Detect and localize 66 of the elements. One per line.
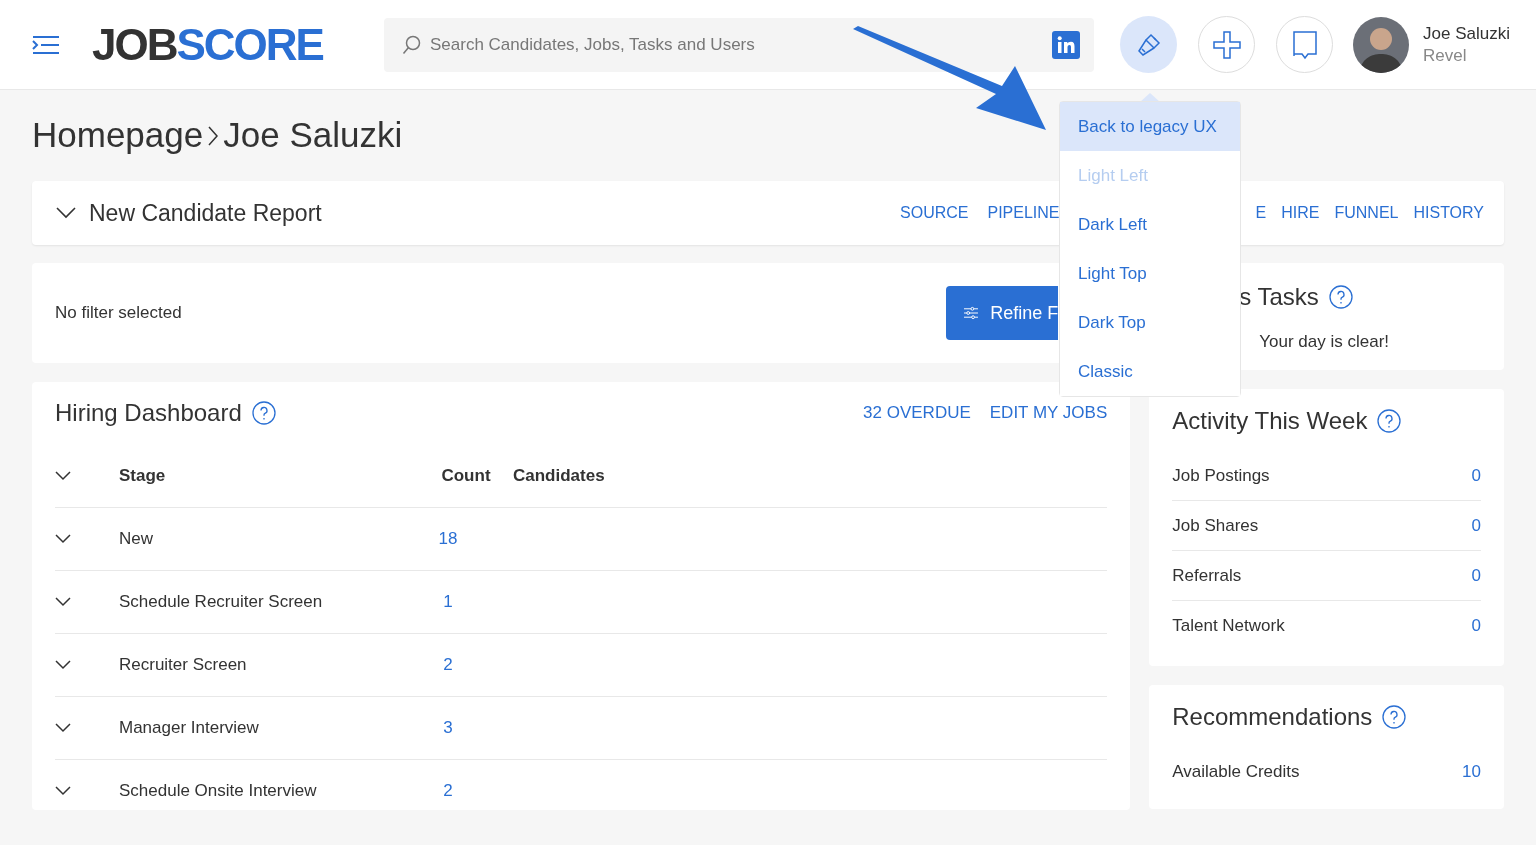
stat-value[interactable]: 0 [1471,562,1481,589]
card-title: s Tasks [1239,282,1319,312]
page-title: Joe Saluzki [223,114,403,157]
breadcrumb-link[interactable]: Homepage [32,109,204,162]
count-link[interactable]: 2 [443,655,453,675]
brush-button[interactable] [1120,16,1177,73]
stat-label: Job Postings [1172,464,1270,487]
count-link[interactable]: 2 [443,781,453,801]
help-icon[interactable] [251,401,276,425]
chevron-down-icon[interactable] [55,597,71,607]
count-link[interactable]: 1 [443,592,453,612]
stat-value[interactable]: 0 [1471,462,1481,489]
chevron-down-icon[interactable] [55,470,71,481]
report-tab[interactable]: SOURCE [900,201,969,225]
chevron-down-icon[interactable] [55,534,71,544]
chevron-down-icon[interactable] [55,786,71,796]
count-link[interactable]: 3 [443,718,453,738]
report-title: New Candidate Report [89,198,323,228]
logo[interactable]: JOBSCORE [92,22,384,67]
report-tab[interactable]: PIPELINE [987,201,1060,225]
help-icon[interactable] [1377,409,1402,433]
help-icon[interactable] [1328,285,1353,309]
inbox-button[interactable] [1276,16,1333,73]
chevron-right-icon [207,125,220,146]
filter-status: No filter selected [55,302,183,325]
stage-name: Manager Interview [119,718,259,738]
column-header: Count [441,465,491,485]
search-icon [402,34,422,55]
linkedin-icon[interactable] [1052,30,1080,59]
chevron-down-icon[interactable] [56,207,76,219]
dashboard-link[interactable]: EDIT MY JOBS [989,400,1108,426]
stat-value[interactable]: 0 [1471,512,1481,539]
company-name: Revel [1423,44,1468,67]
stage-name: New [119,529,153,549]
chevron-down-icon[interactable] [55,723,71,733]
card-title: Activity This Week [1172,406,1368,436]
report-tab[interactable]: HISTORY [1413,201,1484,225]
dashboard-link[interactable]: 32 OVERDUE [863,400,971,426]
stage-name: Recruiter Screen [119,655,247,675]
help-icon[interactable] [1382,705,1407,729]
stat-value[interactable]: 0 [1471,613,1481,639]
report-tab[interactable]: FUNNEL [1334,201,1399,225]
stat-label: Talent Network [1172,615,1285,638]
menu-item[interactable]: Back to legacy UX [1060,102,1240,151]
search-field[interactable]: Search Candidates, Jobs, Tasks and Users [384,17,1094,72]
count-link[interactable]: 18 [438,529,458,549]
column-header: Stage [119,465,166,485]
stat-label: Referrals [1172,564,1242,587]
stat-label: Available Credits [1172,761,1300,784]
stat-value[interactable]: 10 [1462,759,1481,785]
report-tab[interactable]: HIRE [1281,201,1320,225]
refine-button[interactable]: Refine F [946,286,1059,340]
plus-icon [1211,29,1242,60]
sliders-icon [964,305,979,321]
column-header: Candidates [513,465,605,485]
user-name: Joe Saluzki [1423,22,1510,45]
card-title: Hiring Dashboard [55,398,242,428]
stage-name: Schedule Recruiter Screen [119,592,323,612]
stage-name: Schedule Onsite Interview [119,781,317,801]
menu-icon[interactable] [32,34,60,55]
card-title: Recommendations [1172,702,1373,732]
add-button[interactable] [1198,16,1255,73]
stat-label: Job Shares [1172,514,1259,537]
empty-message: Your day is clear! [1259,331,1391,353]
chevron-down-icon[interactable] [55,660,71,670]
report-tab[interactable]: E [1255,201,1267,225]
